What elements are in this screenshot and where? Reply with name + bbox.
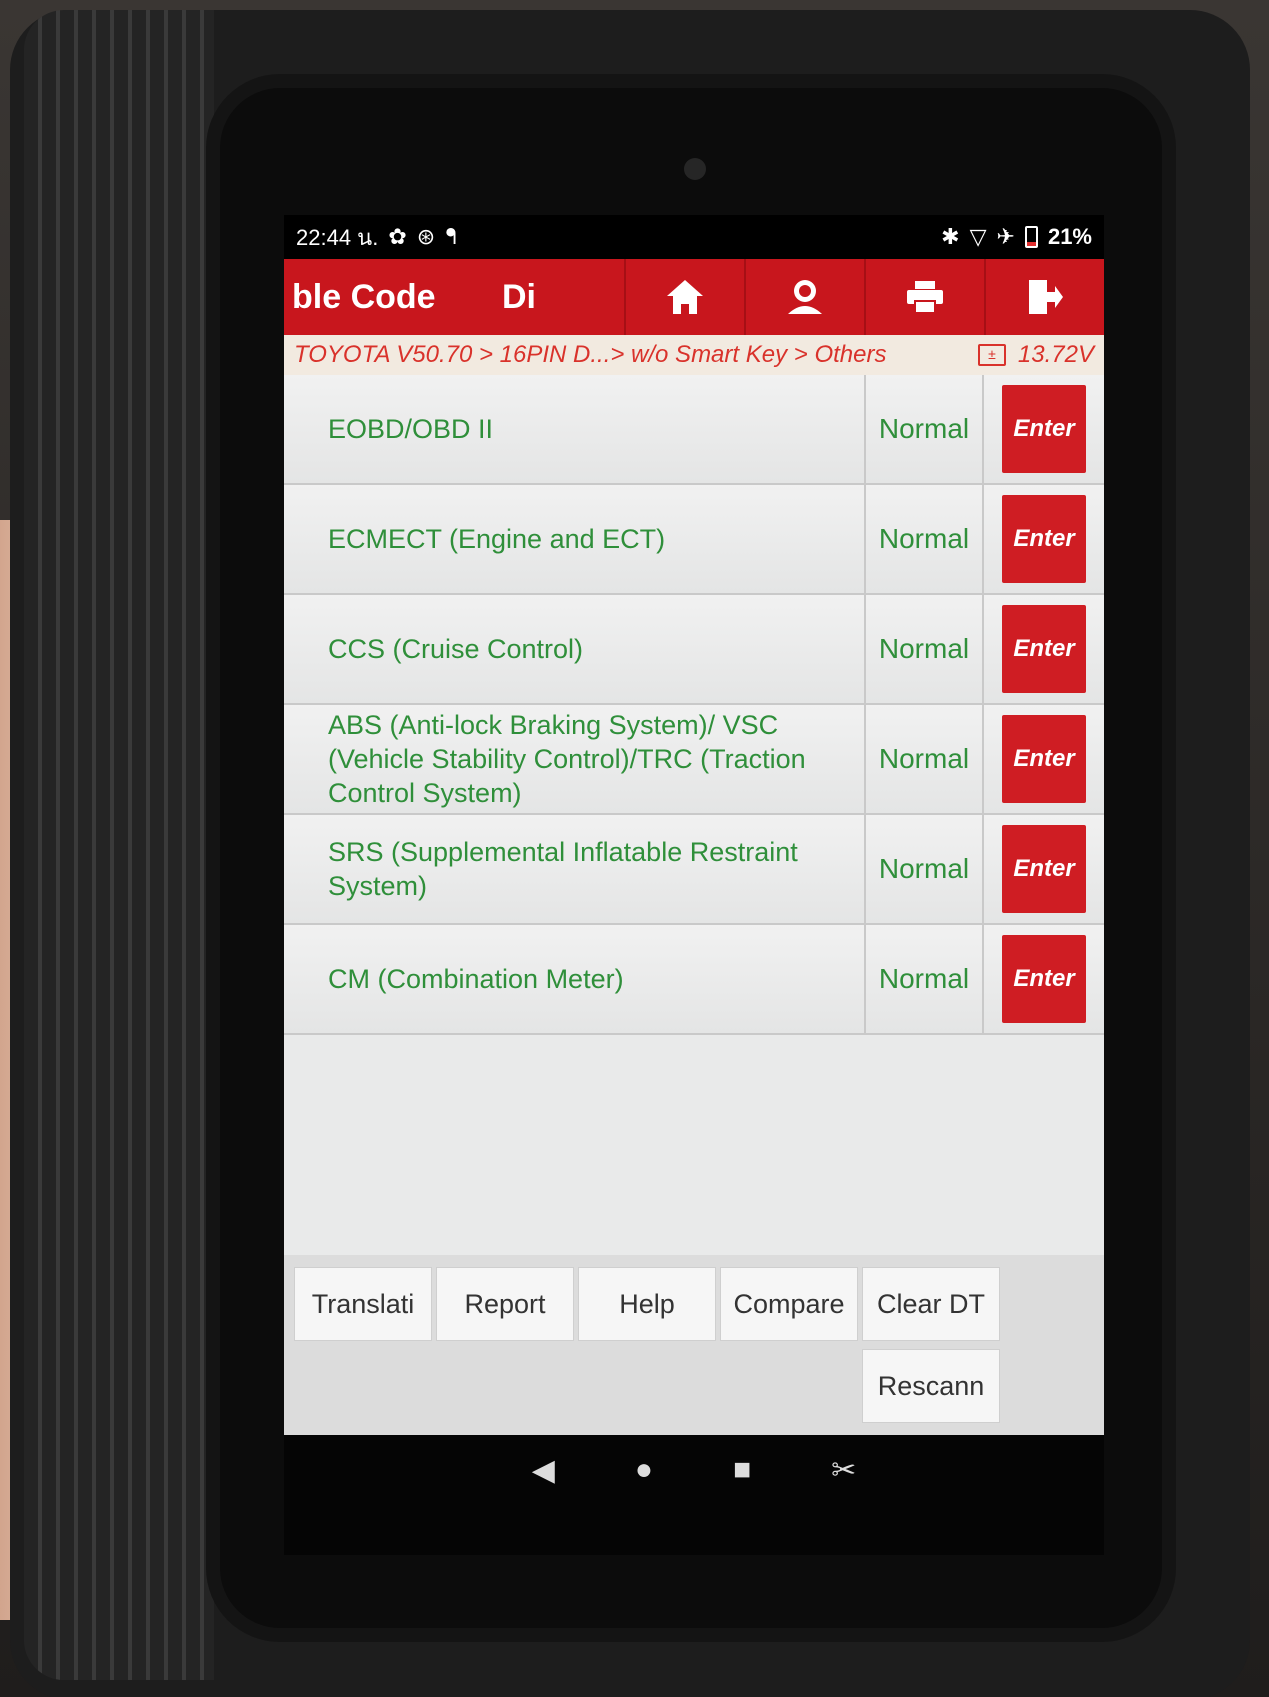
system-status: Normal (866, 705, 984, 813)
diagnostic-icon: ᖳ (445, 224, 457, 249)
battery-icon (1024, 226, 1038, 248)
voltage-value: 13.72V (1017, 341, 1094, 368)
status-bar: 22:44 น. ✿ ⊛ ᖳ ✱ ▽ ✈ 21% (284, 215, 1104, 259)
print-button[interactable] (864, 259, 984, 335)
user-button[interactable] (744, 259, 864, 335)
breadcrumb-path: TOYOTA V50.70 > 16PIN D...> w/o Smart Ke… (294, 341, 887, 368)
system-name: CM (Combination Meter) (284, 925, 866, 1033)
app-header: ble Code Di (284, 259, 1104, 335)
system-status: Normal (866, 925, 984, 1033)
system-status: Normal (866, 485, 984, 593)
clear-dtc-button[interactable]: Clear DT (862, 1267, 1000, 1341)
enter-button[interactable]: Enter (1002, 825, 1086, 913)
list-item: CM (Combination Meter) Normal Enter (284, 925, 1104, 1035)
recents-icon[interactable]: ■ (733, 1453, 751, 1487)
list-item: CCS (Cruise Control) Normal Enter (284, 595, 1104, 705)
page-title-secondary: Di (502, 277, 536, 316)
exit-button[interactable] (984, 259, 1104, 335)
wifi-icon: ▽ (969, 224, 987, 249)
breadcrumb: TOYOTA V50.70 > 16PIN D...> w/o Smart Ke… (284, 335, 1104, 375)
home-circle-icon[interactable]: ● (635, 1453, 653, 1487)
home-icon (667, 280, 703, 314)
user-icon (788, 280, 822, 314)
enter-button[interactable]: Enter (1002, 385, 1086, 473)
camera-icon (684, 158, 706, 180)
screen: 22:44 น. ✿ ⊛ ᖳ ✱ ▽ ✈ 21% ble Code Di TOY… (284, 215, 1104, 1555)
exit-icon (1029, 280, 1063, 314)
settings-icon: ✿ (388, 224, 407, 249)
list-item: EOBD/OBD II Normal Enter (284, 375, 1104, 485)
voltage-readout: ± 13.72V (977, 341, 1094, 369)
list-item: ABS (Anti-lock Braking System)/ VSC (Veh… (284, 705, 1104, 815)
system-name: ABS (Anti-lock Braking System)/ VSC (Veh… (284, 705, 866, 813)
bottom-toolbar: Translati Report Help Compare Clear DT R… (284, 1255, 1104, 1435)
battery-percent: 21% (1047, 224, 1092, 249)
rescan-button[interactable]: Rescann (862, 1349, 1000, 1423)
page-title: ble Code (292, 277, 436, 316)
enter-button[interactable]: Enter (1002, 935, 1086, 1023)
system-status: Normal (866, 375, 984, 483)
printer-icon (907, 281, 943, 314)
report-button[interactable]: Report (436, 1267, 574, 1341)
header-icons (624, 259, 1104, 335)
rubber-grip (24, 10, 214, 1680)
back-icon[interactable]: ◀ (532, 1453, 555, 1488)
system-status: Normal (866, 595, 984, 703)
system-list: EOBD/OBD II Normal Enter ECMECT (Engine … (284, 375, 1104, 1255)
enter-button[interactable]: Enter (1002, 605, 1086, 693)
photo-background: 22:44 น. ✿ ⊛ ᖳ ✱ ▽ ✈ 21% ble Code Di TOY… (0, 0, 1269, 1697)
compare-button[interactable]: Compare (720, 1267, 858, 1341)
system-name: SRS (Supplemental Inflatable Restraint S… (284, 815, 866, 923)
screenshot-icon[interactable]: ✂ (831, 1453, 856, 1488)
enter-button[interactable]: Enter (1002, 715, 1086, 803)
system-status: Normal (866, 815, 984, 923)
list-item: ECMECT (Engine and ECT) Normal Enter (284, 485, 1104, 595)
bluetooth-icon: ✱ (941, 224, 960, 249)
system-name: CCS (Cruise Control) (284, 595, 866, 703)
help-button[interactable]: Help (578, 1267, 716, 1341)
car-battery-icon: ± (977, 344, 1006, 366)
enter-button[interactable]: Enter (1002, 495, 1086, 583)
system-nav-bar: ◀ ● ■ ✂ (284, 1435, 1104, 1555)
home-button[interactable] (624, 259, 744, 335)
accessibility-icon: ⊛ (416, 224, 436, 249)
translation-button[interactable]: Translati (294, 1267, 432, 1341)
system-name: ECMECT (Engine and ECT) (284, 485, 866, 593)
airplane-icon: ✈ (996, 224, 1015, 249)
list-item: SRS (Supplemental Inflatable Restraint S… (284, 815, 1104, 925)
status-time: 22:44 น. (296, 224, 379, 250)
system-name: EOBD/OBD II (284, 375, 866, 483)
